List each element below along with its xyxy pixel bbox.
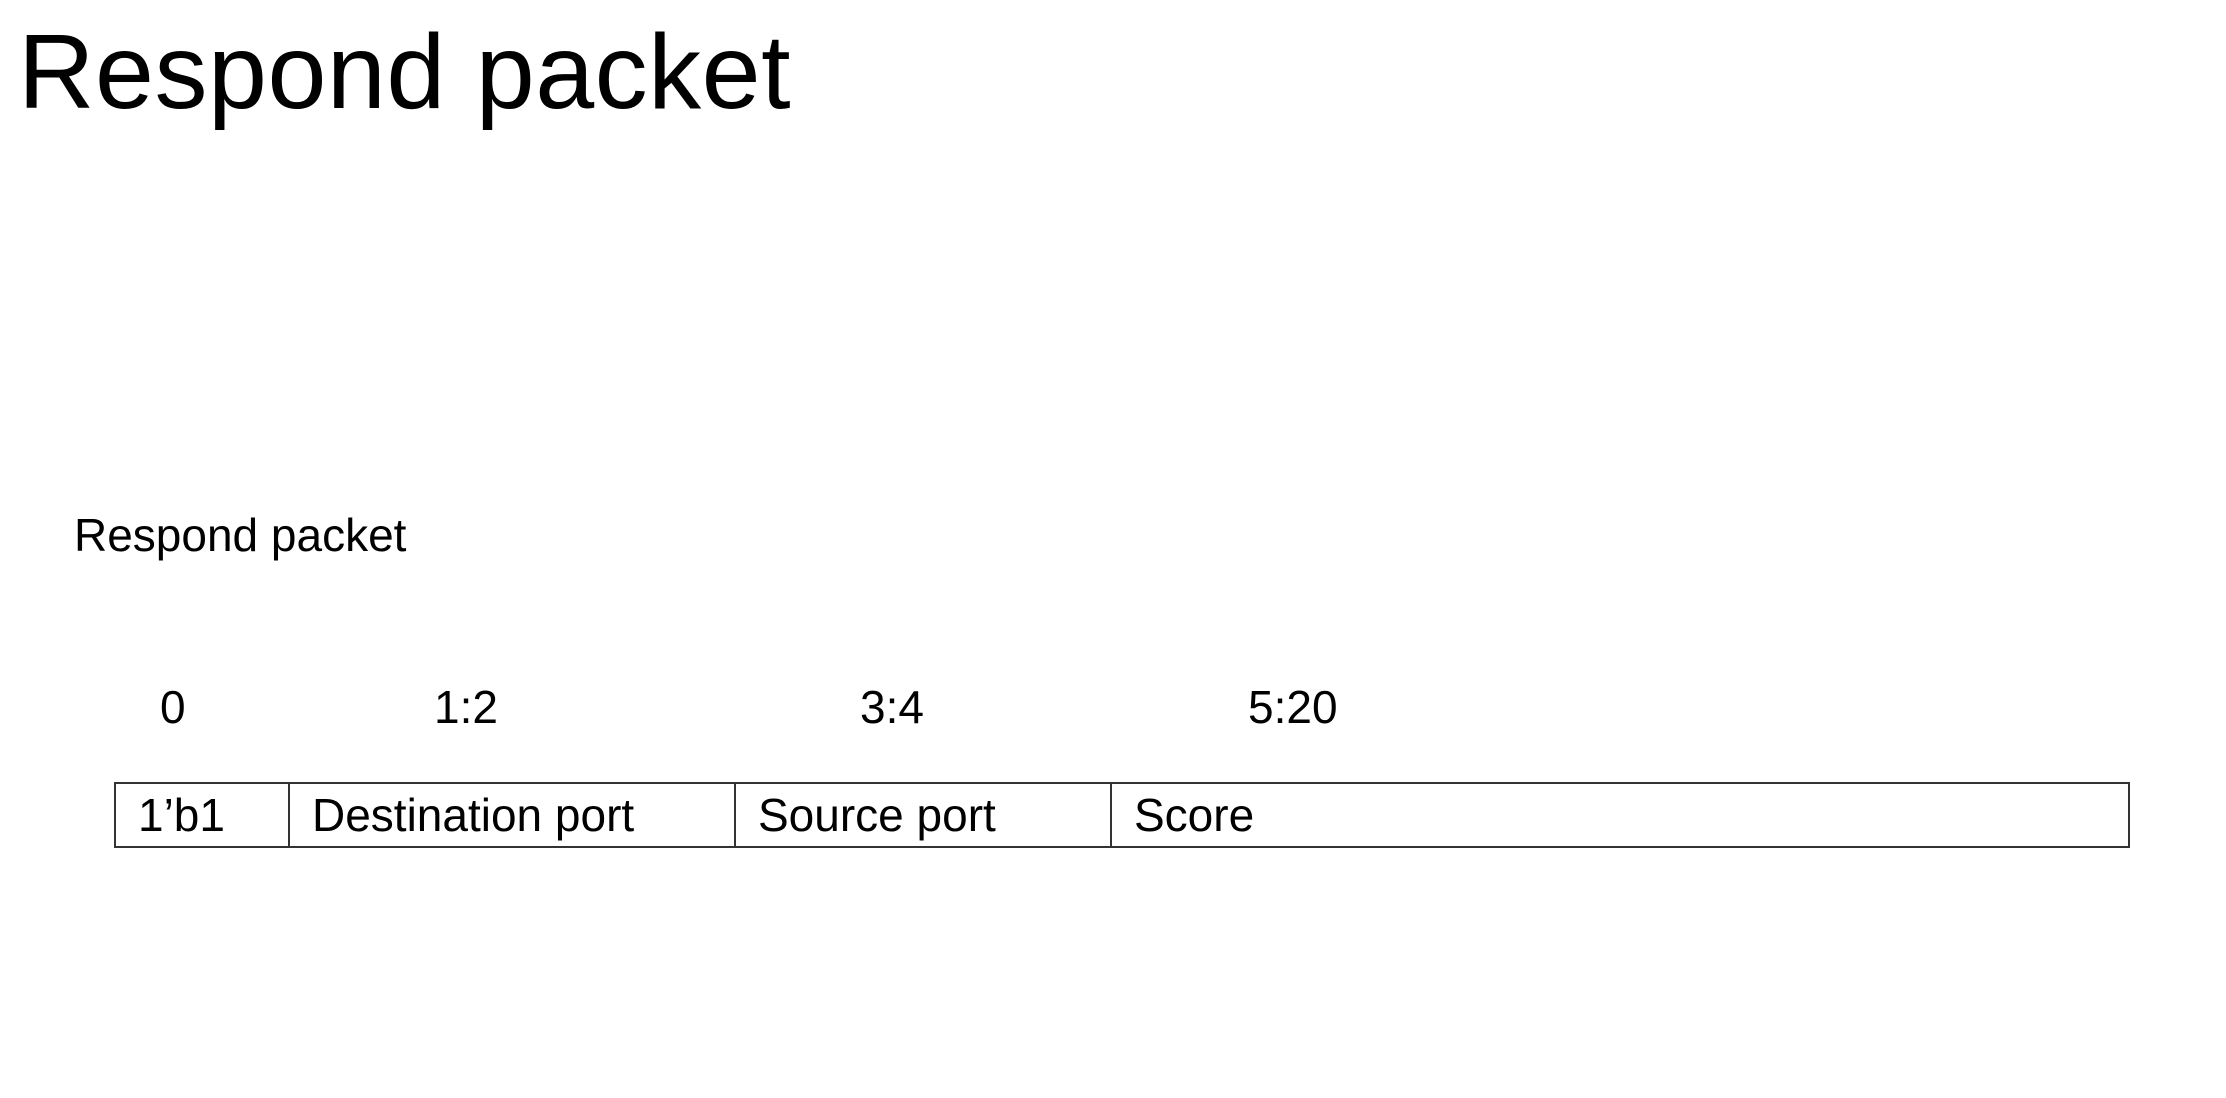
packet-field-source-port: Source port — [736, 784, 1112, 846]
bit-range-label-1: 1:2 — [434, 681, 498, 733]
packet-field-destination-port: Destination port — [290, 784, 736, 846]
packet-field-score: Score — [1134, 789, 1255, 841]
packet-format-table: 1’b1 Destination port Source port Score — [114, 782, 2130, 848]
diagram-caption: Respond packet — [74, 509, 407, 561]
packet-field-flag: 1’b1 — [116, 784, 290, 846]
bit-range-label-3: 5:20 — [1248, 681, 1338, 733]
bit-range-label-0: 0 — [160, 681, 186, 733]
slide-title: Respond packet — [18, 13, 792, 131]
bit-range-label-2: 3:4 — [860, 681, 924, 733]
